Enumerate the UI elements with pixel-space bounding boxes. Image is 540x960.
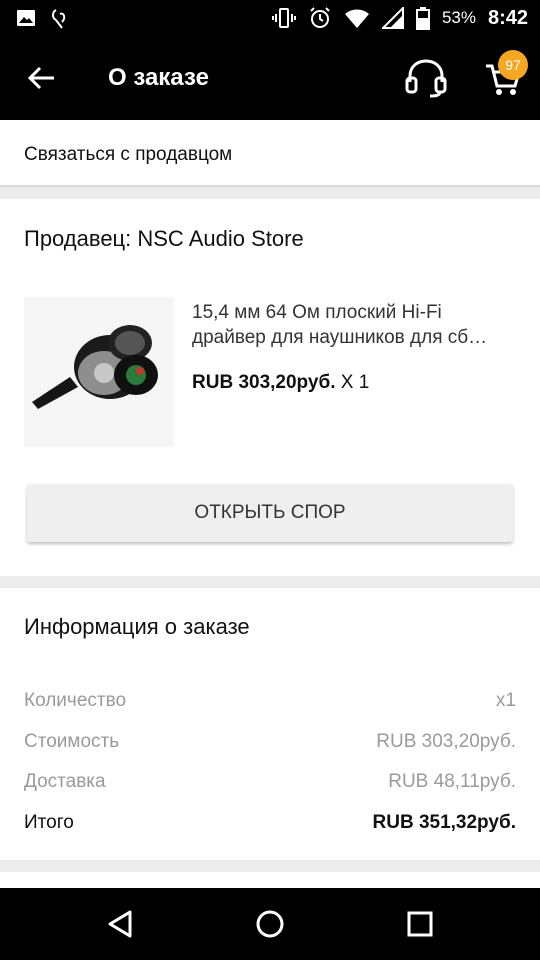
next-section-peek [0,872,540,888]
alarm-icon [310,7,330,28]
wifi-icon [344,9,369,28]
cellular-signal-icon [381,7,404,29]
order-row-label: Стоимость [24,731,120,752]
order-row-quantity: Количество x1 [24,690,516,712]
product-title[interactable]: 15,4 мм 64 Ом плоский Hi-Fi драйвер для … [192,300,522,350]
shopping-app-notification-icon [52,9,66,29]
battery-percentage: 53% [441,8,476,27]
seller-name[interactable]: Продавец: NSC Audio Store [24,226,304,252]
contact-seller-row[interactable]: Связаться с продавцом [0,120,540,187]
battery-icon [415,7,430,30]
image-notification-icon [17,10,35,26]
open-dispute-button[interactable]: ОТКРЫТЬ СПОР [27,484,513,542]
page-title: О заказе [108,64,209,91]
nav-home-icon[interactable] [252,906,288,942]
order-info-heading: Информация о заказе [24,614,250,639]
product-quantity: X 1 [340,372,370,393]
order-total-value: RUB 351,32руб. [372,812,517,833]
product-price: RUB 303,20руб. [192,372,336,393]
order-row-label: Доставка [24,771,106,792]
back-arrow-icon[interactable] [26,62,58,94]
product-image[interactable] [24,297,174,447]
nav-back-icon[interactable] [102,906,138,942]
order-row-shipping: Доставка RUB 48,11руб. [24,771,516,793]
cart-count-badge: 97 [498,50,528,80]
order-info-section: Информация о заказе Количество x1 Стоимо… [0,588,540,860]
support-headset-icon[interactable] [404,58,448,98]
order-row-total: Итого RUB 351,32руб. [24,812,516,834]
vibrate-icon [271,8,296,28]
order-row-value: x1 [495,690,516,711]
order-total-label: Итого [24,812,74,833]
status-bar: 53% 8:42 [0,0,540,38]
system-navigation-bar [0,888,540,960]
order-row-value: RUB 48,11руб. [388,771,516,792]
contact-seller-label: Связаться с продавцом [24,144,233,165]
nav-recents-icon[interactable] [402,906,438,942]
product-title-line-1: 15,4 мм 64 Ом плоский Hi-Fi [192,302,442,323]
order-row-cost: Стоимость RUB 303,20руб. [24,731,516,753]
product-price-row: RUB 303,20руб. X 1 [192,372,369,394]
product-title-line-2: драйвер для наушников для сб… [192,327,488,348]
order-row-value: RUB 303,20руб. [376,731,516,752]
clock: 8:42 [487,6,528,29]
app-bar: О заказе 97 [0,38,540,120]
seller-section: Продавец: NSC Audio Store 15,4 мм 64 Ом … [0,199,540,576]
order-row-label: Количество [24,690,127,711]
